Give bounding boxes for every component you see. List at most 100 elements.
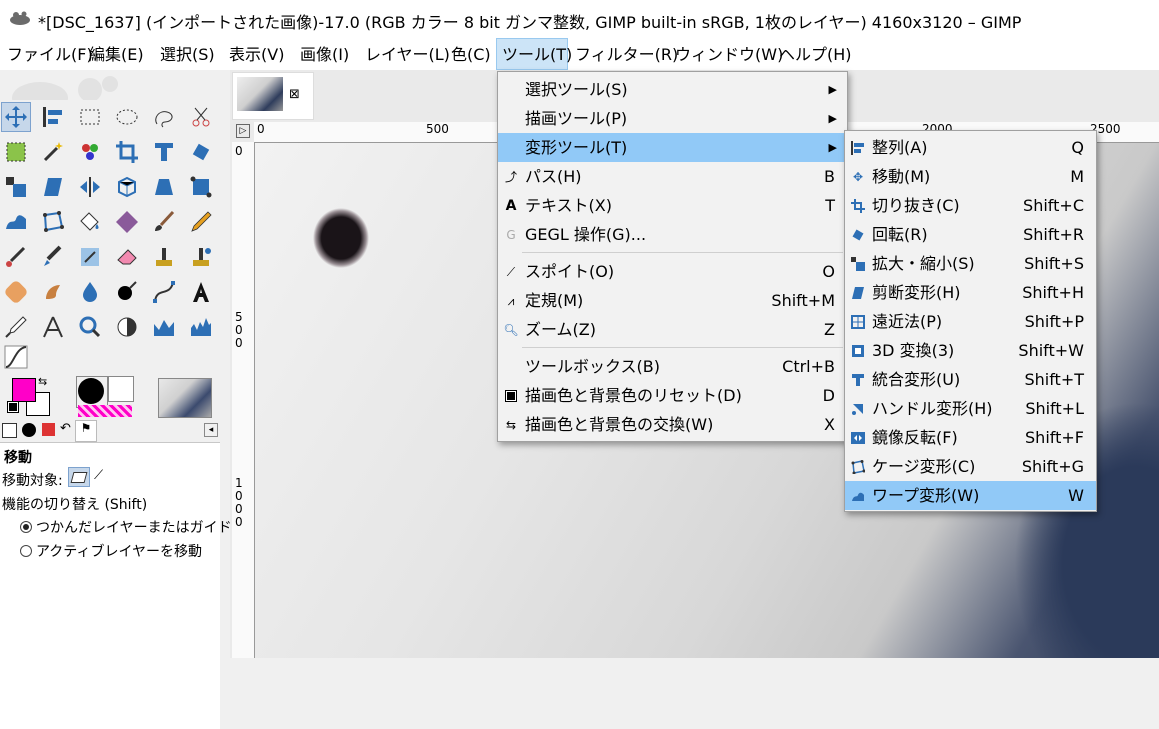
menu-image[interactable]: 画像(I) bbox=[295, 38, 354, 70]
menu-item-warp[interactable]: ワープ変形(W) W bbox=[845, 481, 1096, 510]
pattern-preview[interactable] bbox=[108, 376, 134, 402]
magic-wand-icon[interactable] bbox=[38, 137, 68, 167]
3d-transform-icon[interactable] bbox=[112, 172, 142, 202]
shear-icon[interactable] bbox=[38, 172, 68, 202]
menu-item-zoom[interactable]: 🔍︎ ズーム(Z) Z bbox=[498, 315, 847, 344]
menu-item-perspective[interactable]: 遠近法(P) Shift+P bbox=[845, 307, 1096, 336]
unified-transform-icon[interactable] bbox=[149, 137, 179, 167]
move-path-toggle[interactable]: ⟋ bbox=[94, 468, 114, 486]
menu-view[interactable]: 表示(V) bbox=[224, 38, 289, 70]
menu-item-crop[interactable]: 切り抜き(C) Shift+C bbox=[845, 191, 1096, 220]
menu-item-3d-transform[interactable]: 3D 変換(3) Shift+W bbox=[845, 336, 1096, 365]
rect-select-icon[interactable] bbox=[75, 102, 105, 132]
smudge-icon[interactable] bbox=[38, 277, 68, 307]
menu-item-rotate[interactable]: 回転(R) Shift+R bbox=[845, 220, 1096, 249]
menu-item-paint-tools[interactable]: 描画ツール(P) ▶ bbox=[498, 104, 847, 133]
menu-edit[interactable]: 編集(E) bbox=[84, 38, 149, 70]
image-preview-thumbnail[interactable] bbox=[158, 378, 212, 418]
warp-icon[interactable] bbox=[1, 207, 31, 237]
tab-devices-icon[interactable]: ⚑ bbox=[75, 420, 97, 442]
menu-filters[interactable]: フィルター(R) bbox=[570, 38, 683, 70]
menu-item-unified-transform[interactable]: 統合変形(U) Shift+T bbox=[845, 365, 1096, 394]
crop-icon[interactable] bbox=[112, 137, 142, 167]
move-layer-toggle[interactable] bbox=[68, 467, 90, 487]
threshold-icon[interactable] bbox=[112, 312, 142, 342]
ellipse-select-icon[interactable] bbox=[112, 102, 142, 132]
cage-icon[interactable] bbox=[38, 207, 68, 237]
foreground-color-swatch[interactable] bbox=[12, 378, 36, 402]
heal-icon[interactable] bbox=[186, 242, 216, 272]
menu-tools[interactable]: ツール(T) bbox=[496, 38, 572, 70]
perspective-clone-icon[interactable] bbox=[1, 277, 31, 307]
fuzzy-select-icon[interactable] bbox=[1, 137, 31, 167]
zoom-icon[interactable] bbox=[75, 312, 105, 342]
menu-item-reset-colors[interactable]: 描画色と背景色のリセット(D) D bbox=[498, 381, 847, 410]
menu-item-gegl[interactable]: G GEGL 操作(G)... bbox=[498, 220, 847, 249]
menu-item-label: テキスト(X) bbox=[525, 196, 612, 215]
menu-layer[interactable]: レイヤー(L) bbox=[360, 38, 455, 70]
menu-item-color-picker[interactable]: ⟋ スポイト(O) O bbox=[498, 257, 847, 286]
text-tool-icon[interactable] bbox=[186, 277, 216, 307]
bucket-fill-icon[interactable] bbox=[75, 207, 105, 237]
dodge-burn-icon[interactable] bbox=[112, 277, 142, 307]
tab-brushes-icon[interactable] bbox=[22, 423, 36, 437]
curves-icon[interactable] bbox=[149, 312, 179, 342]
close-icon[interactable]: ⊠ bbox=[289, 87, 300, 102]
menu-item-text[interactable]: A テキスト(X) T bbox=[498, 191, 847, 220]
menu-select[interactable]: 選択(S) bbox=[155, 38, 220, 70]
radio-pick-layer[interactable]: つかんだレイヤーまたはガイドを移 bbox=[20, 517, 260, 537]
menu-item-shear[interactable]: 剪断変形(H) Shift+H bbox=[845, 278, 1096, 307]
menu-color[interactable]: 色(C) bbox=[446, 38, 496, 70]
image-tab[interactable]: ⊠ bbox=[232, 72, 314, 120]
move-icon: ✥ bbox=[852, 169, 864, 184]
menu-item-cage[interactable]: ケージ変形(C) Shift+G bbox=[845, 452, 1096, 481]
menu-item-handle-transform[interactable]: ハンドル変形(H) Shift+L bbox=[845, 394, 1096, 423]
swap-colors-icon[interactable]: ⇆ bbox=[38, 375, 47, 388]
dock-menu-icon[interactable]: ◂ bbox=[204, 423, 218, 437]
mypaint-brush-icon[interactable] bbox=[75, 242, 105, 272]
paths-icon[interactable] bbox=[149, 277, 179, 307]
blur-icon[interactable] bbox=[75, 277, 105, 307]
menu-item-transform-tools[interactable]: 変形ツール(T) ▶ bbox=[498, 133, 847, 162]
measure-icon[interactable] bbox=[38, 312, 68, 342]
flip-icon[interactable] bbox=[75, 172, 105, 202]
menu-windows[interactable]: ウィンドウ(W) bbox=[670, 38, 788, 70]
image-menu-icon[interactable]: ▷ bbox=[236, 124, 250, 138]
scale-icon[interactable] bbox=[1, 172, 31, 202]
select-by-color-icon[interactable] bbox=[75, 137, 105, 167]
menu-item-paths[interactable]: ⤴ パス(H) B bbox=[498, 162, 847, 191]
extra-curve-icon[interactable] bbox=[1, 342, 31, 372]
eraser-icon[interactable] bbox=[112, 242, 142, 272]
move-tool-icon[interactable] bbox=[1, 102, 31, 132]
align-tool-icon[interactable] bbox=[38, 102, 68, 132]
airbrush-icon[interactable] bbox=[1, 242, 31, 272]
menu-item-measure[interactable]: ⩘ 定規(M) Shift+M bbox=[498, 286, 847, 315]
tab-tool-options-icon[interactable] bbox=[2, 423, 17, 438]
rotate-icon[interactable] bbox=[186, 137, 216, 167]
paintbrush-icon[interactable] bbox=[149, 207, 179, 237]
color-picker-icon[interactable] bbox=[1, 312, 31, 342]
gradient-icon[interactable] bbox=[112, 207, 142, 237]
tab-undo-icon[interactable]: ↶ bbox=[60, 421, 71, 436]
menu-help[interactable]: ヘルプ(H) bbox=[774, 38, 857, 70]
menu-item-selection-tools[interactable]: 選択ツール(S) ▶ bbox=[498, 75, 847, 104]
menu-item-toolbox[interactable]: ツールボックス(B) Ctrl+B bbox=[498, 352, 847, 381]
scissors-icon[interactable] bbox=[186, 102, 216, 132]
gradient-preview[interactable] bbox=[78, 405, 132, 417]
reset-colors-icon[interactable] bbox=[7, 401, 19, 413]
menu-item-align[interactable]: 整列(A) Q bbox=[845, 133, 1096, 162]
menu-item-swap-colors[interactable]: ⇆ 描画色と背景色の交換(W) X bbox=[498, 410, 847, 439]
handle-transform-icon[interactable] bbox=[186, 172, 216, 202]
radio-active-layer[interactable]: アクティブレイヤーを移動 bbox=[20, 541, 202, 561]
menu-item-flip[interactable]: 鏡像反転(F) Shift+F bbox=[845, 423, 1096, 452]
ink-icon[interactable] bbox=[38, 242, 68, 272]
perspective-icon[interactable] bbox=[149, 172, 179, 202]
free-select-icon[interactable] bbox=[149, 102, 179, 132]
vertical-ruler[interactable]: 0 5 0 0 1 0 0 0 bbox=[232, 142, 255, 658]
clone-icon[interactable] bbox=[149, 242, 179, 272]
menu-item-move[interactable]: ✥ 移動(M) M bbox=[845, 162, 1096, 191]
levels-icon[interactable] bbox=[186, 312, 216, 342]
tab-patterns-icon[interactable] bbox=[42, 423, 55, 436]
pencil-icon[interactable] bbox=[186, 207, 216, 237]
menu-item-scale[interactable]: 拡大・縮小(S) Shift+S bbox=[845, 249, 1096, 278]
